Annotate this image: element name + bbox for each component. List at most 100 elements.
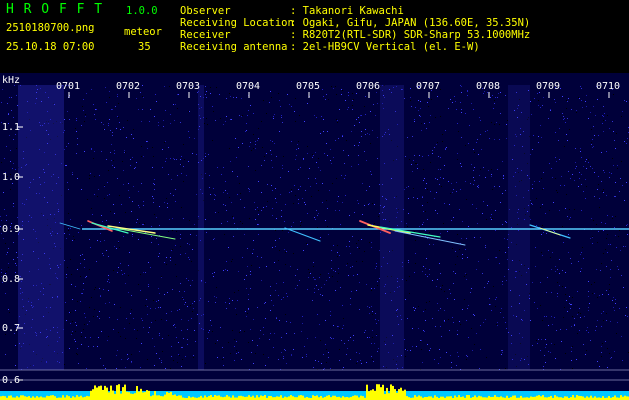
noise-speck	[5, 243, 6, 244]
noise-speck	[295, 121, 296, 122]
noise-speck	[546, 344, 547, 345]
time-tick-label: 0706	[356, 81, 380, 92]
activity-bar	[468, 395, 470, 400]
noise-speck	[188, 111, 189, 112]
noise-speck	[445, 149, 446, 150]
noise-speck	[335, 271, 336, 272]
noise-speck	[377, 137, 378, 138]
noise-speck	[245, 311, 246, 312]
noise-speck	[15, 169, 16, 170]
noise-speck	[170, 158, 171, 159]
noise-speck	[337, 201, 338, 202]
noise-speck	[466, 238, 467, 239]
noise-speck	[117, 178, 118, 179]
noise-speck	[258, 138, 259, 139]
noise-speck	[99, 318, 100, 319]
noise-speck	[116, 128, 117, 129]
noise-speck	[507, 120, 508, 121]
noise-speck	[96, 261, 97, 262]
noise-speck	[174, 159, 175, 160]
noise-speck	[128, 183, 129, 184]
noise-speck	[626, 182, 627, 183]
noise-speck	[555, 102, 556, 103]
noise-speck	[368, 204, 369, 205]
noise-speck	[226, 261, 227, 262]
noise-speck	[106, 159, 107, 160]
noise-speck	[494, 139, 495, 140]
noise-speck	[356, 352, 357, 353]
noise-speck	[5, 354, 6, 355]
noise-speck	[65, 165, 66, 166]
noise-speck	[486, 219, 487, 220]
noise-speck	[327, 226, 328, 227]
noise-speck	[180, 238, 181, 239]
noise-speck	[342, 328, 343, 329]
noise-speck	[107, 195, 108, 196]
noise-speck	[177, 175, 178, 176]
noise-speck	[467, 90, 468, 91]
noise-speck	[349, 241, 350, 242]
noise-speck	[82, 254, 83, 255]
noise-speck	[163, 126, 164, 127]
noise-speck	[346, 354, 347, 355]
noise-speck	[6, 146, 7, 147]
noise-speck	[480, 325, 481, 326]
noise-speck	[540, 350, 541, 351]
activity-bar	[290, 395, 292, 400]
noise-speck	[555, 157, 556, 158]
noise-speck	[474, 167, 475, 168]
noise-speck	[85, 277, 86, 278]
noise-speck	[437, 279, 438, 280]
noise-speck	[501, 350, 502, 351]
noise-speck	[273, 347, 274, 348]
noise-speck	[156, 238, 157, 239]
noise-speck	[174, 120, 175, 121]
activity-bar	[382, 384, 384, 400]
noise-speck	[163, 120, 164, 121]
noise-speck	[342, 202, 343, 203]
noise-speck	[597, 99, 598, 100]
noise-speck	[236, 157, 237, 158]
noise-speck	[615, 148, 616, 149]
noise-speck	[406, 280, 407, 281]
noise-speck	[369, 337, 370, 338]
noise-speck	[551, 343, 552, 344]
noise-speck	[255, 148, 256, 149]
noise-speck	[205, 282, 206, 283]
noise-speck	[412, 346, 413, 347]
noise-speck	[255, 141, 256, 142]
noise-speck	[138, 191, 139, 192]
noise-speck	[70, 323, 71, 324]
activity-bar	[2, 395, 4, 400]
noise-speck	[164, 86, 165, 87]
noise-speck	[435, 210, 436, 211]
noise-speck	[253, 319, 254, 320]
activity-bar	[292, 396, 294, 400]
noise-speck	[279, 238, 280, 239]
noise-speck	[229, 93, 230, 94]
noise-speck	[217, 340, 218, 341]
noise-speck	[431, 99, 432, 100]
noise-speck	[246, 288, 247, 289]
noise-speck	[466, 274, 467, 275]
noise-speck	[165, 141, 166, 142]
noise-speck	[128, 265, 129, 266]
noise-speck	[72, 172, 73, 173]
noise-speck	[377, 351, 378, 352]
noise-speck	[276, 156, 277, 157]
activity-bar	[102, 389, 104, 400]
noise-speck	[586, 106, 587, 107]
noise-speck	[141, 121, 142, 122]
noise-speck	[357, 200, 358, 201]
noise-speck	[466, 279, 467, 280]
noise-speck	[503, 176, 504, 177]
activity-bar	[478, 395, 480, 400]
frequency-tick-label: 0.7	[2, 323, 20, 334]
noise-speck	[75, 128, 76, 129]
noise-speck	[554, 231, 555, 232]
noise-speck	[205, 219, 206, 220]
noise-speck	[303, 158, 304, 159]
noise-speck	[532, 345, 533, 346]
noise-speck	[5, 293, 6, 294]
noise-speck	[451, 183, 452, 184]
